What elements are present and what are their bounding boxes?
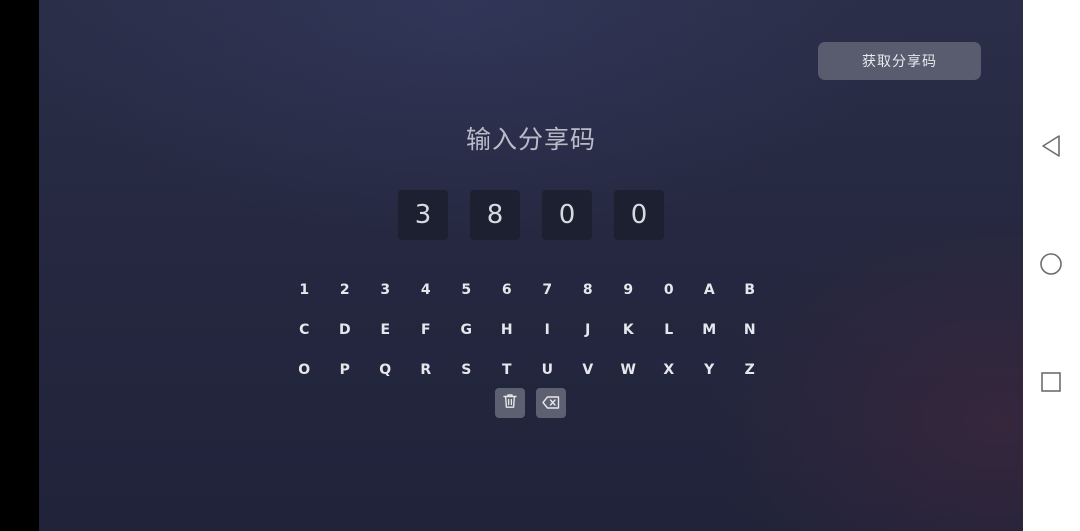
- key-2[interactable]: 2: [325, 282, 366, 298]
- key-m[interactable]: M: [689, 322, 730, 338]
- key-j[interactable]: J: [568, 322, 609, 338]
- back-icon: [1040, 134, 1062, 162]
- keyboard-row: O P Q R S T U V W X Y Z: [284, 350, 770, 390]
- key-t[interactable]: T: [487, 362, 528, 378]
- trash-icon: [503, 393, 517, 413]
- code-digit-box[interactable]: 0: [542, 190, 592, 240]
- key-g[interactable]: G: [446, 322, 487, 338]
- key-y[interactable]: Y: [689, 362, 730, 378]
- key-b[interactable]: B: [730, 282, 771, 298]
- clear-all-button[interactable]: [495, 388, 525, 418]
- home-icon: [1039, 252, 1063, 280]
- key-5[interactable]: 5: [446, 282, 487, 298]
- key-3[interactable]: 3: [365, 282, 406, 298]
- key-7[interactable]: 7: [527, 282, 568, 298]
- key-f[interactable]: F: [406, 322, 447, 338]
- key-o[interactable]: O: [284, 362, 325, 378]
- app-window: 获取分享码 输入分享码 3 8 0 0 1 2 3 4 5 6 7 8 9 0 …: [39, 0, 1023, 531]
- key-w[interactable]: W: [608, 362, 649, 378]
- system-navigation-bar: [1023, 0, 1080, 531]
- key-q[interactable]: Q: [365, 362, 406, 378]
- left-black-bar: [0, 0, 39, 531]
- key-0[interactable]: 0: [649, 282, 690, 298]
- key-d[interactable]: D: [325, 322, 366, 338]
- code-input-boxes: 3 8 0 0: [398, 190, 664, 240]
- home-button[interactable]: [1037, 252, 1065, 280]
- back-button[interactable]: [1037, 134, 1065, 162]
- code-digit-box[interactable]: 8: [470, 190, 520, 240]
- key-r[interactable]: R: [406, 362, 447, 378]
- key-p[interactable]: P: [325, 362, 366, 378]
- key-l[interactable]: L: [649, 322, 690, 338]
- key-u[interactable]: U: [527, 362, 568, 378]
- key-1[interactable]: 1: [284, 282, 325, 298]
- keyboard-row: 1 2 3 4 5 6 7 8 9 0 A B: [284, 270, 770, 310]
- key-8[interactable]: 8: [568, 282, 609, 298]
- action-keys: [495, 388, 566, 418]
- key-n[interactable]: N: [730, 322, 771, 338]
- on-screen-keyboard: 1 2 3 4 5 6 7 8 9 0 A B C D E F G H I J …: [284, 270, 770, 390]
- key-e[interactable]: E: [365, 322, 406, 338]
- key-h[interactable]: H: [487, 322, 528, 338]
- key-c[interactable]: C: [284, 322, 325, 338]
- keyboard-row: C D E F G H I J K L M N: [284, 310, 770, 350]
- key-a[interactable]: A: [689, 282, 730, 298]
- key-x[interactable]: X: [649, 362, 690, 378]
- recents-button[interactable]: [1037, 370, 1065, 398]
- screen: 获取分享码 输入分享码 3 8 0 0 1 2 3 4 5 6 7 8 9 0 …: [0, 0, 1080, 531]
- page-title: 输入分享码: [465, 125, 596, 154]
- key-z[interactable]: Z: [730, 362, 771, 378]
- key-6[interactable]: 6: [487, 282, 528, 298]
- key-9[interactable]: 9: [608, 282, 649, 298]
- backspace-button[interactable]: [536, 388, 566, 418]
- key-i[interactable]: I: [527, 322, 568, 338]
- key-4[interactable]: 4: [406, 282, 447, 298]
- key-s[interactable]: S: [446, 362, 487, 378]
- key-k[interactable]: K: [608, 322, 649, 338]
- code-digit-box[interactable]: 0: [614, 190, 664, 240]
- get-share-code-button[interactable]: 获取分享码: [818, 42, 981, 80]
- key-v[interactable]: V: [568, 362, 609, 378]
- backspace-icon: [542, 394, 560, 413]
- recents-icon: [1040, 371, 1062, 397]
- code-digit-box[interactable]: 3: [398, 190, 448, 240]
